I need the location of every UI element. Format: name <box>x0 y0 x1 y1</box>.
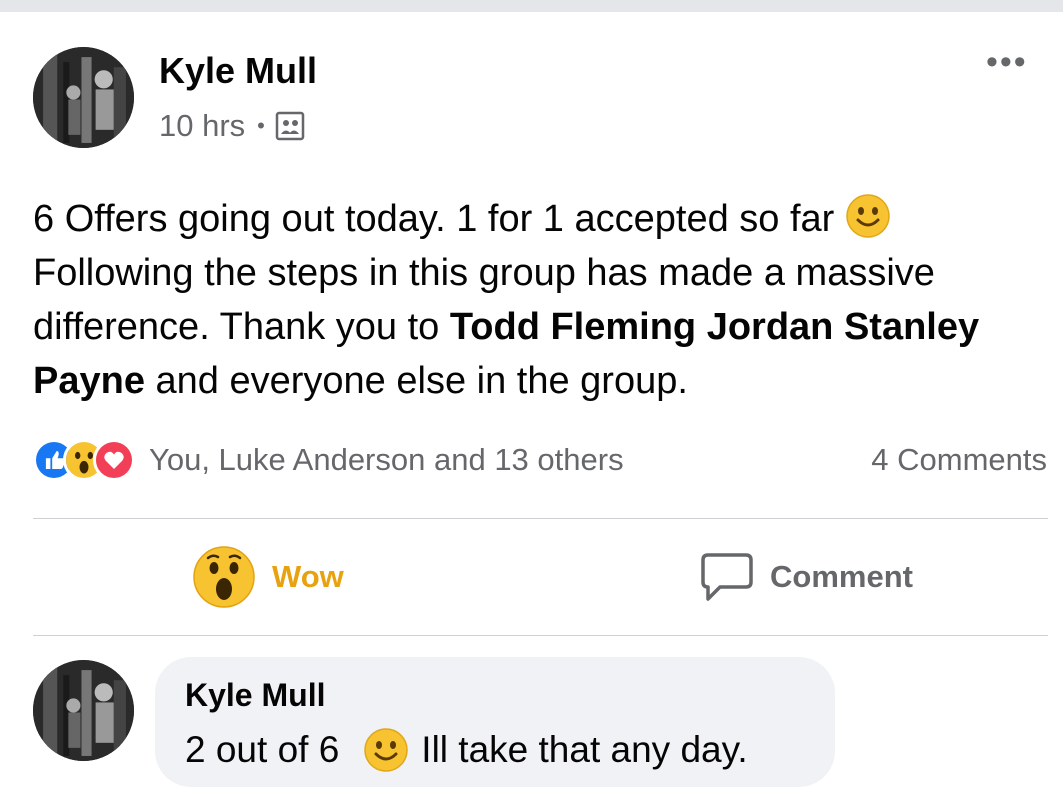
top-separator-bar <box>0 0 1063 12</box>
group-icon <box>275 111 305 141</box>
smile-emoji-icon <box>363 727 409 773</box>
comment-label: Comment <box>770 559 913 594</box>
meta-separator: • <box>257 113 265 138</box>
comment-author-name[interactable]: Kyle Mull <box>185 677 325 714</box>
post-body: 6 Offers going out today. 1 for 1 accept… <box>33 192 1048 408</box>
commenter-avatar[interactable] <box>33 660 134 761</box>
reactions-summary[interactable]: You, Luke Anderson and 13 others <box>33 438 624 482</box>
post-meta: 10 hrs • <box>159 108 305 144</box>
comment-button[interactable]: Comment <box>700 551 913 603</box>
wow-icon <box>193 546 255 608</box>
post-text-part1: 6 Offers going out today. 1 for 1 accept… <box>33 198 845 240</box>
comment-text-before: 2 out of 6 <box>185 729 340 770</box>
reactions-summary-text: You, Luke Anderson and 13 others <box>149 442 624 477</box>
divider <box>33 635 1048 636</box>
wow-label: Wow <box>272 559 344 594</box>
comment-text: 2 out of 6 Ill take that any day. <box>185 727 748 773</box>
post-text-part3: and everyone else in the group. <box>144 360 688 402</box>
wow-reaction-button[interactable]: Wow <box>193 546 344 608</box>
divider <box>33 518 1048 519</box>
post-timestamp[interactable]: 10 hrs <box>159 108 245 144</box>
smile-emoji-icon <box>845 193 891 239</box>
post-author-name[interactable]: Kyle Mull <box>159 50 317 92</box>
author-avatar[interactable] <box>33 47 134 148</box>
comment-text-after: Ill take that any day. <box>421 729 748 770</box>
comments-count-link[interactable]: 4 Comments <box>871 442 1047 478</box>
love-icon <box>93 439 135 481</box>
comment-bubble-icon <box>700 551 754 603</box>
more-options-button[interactable]: ••• <box>986 45 1028 79</box>
